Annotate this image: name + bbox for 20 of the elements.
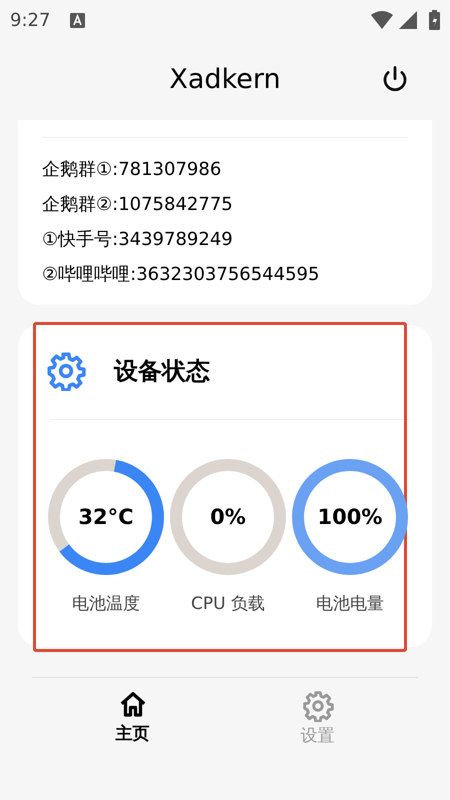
gauge-label: 电池温度 [72,593,140,616]
wifi-icon [371,11,393,29]
settings-icon [302,690,334,722]
status-time: 9:27 [10,8,50,32]
gauge-value: 32°C [78,504,134,530]
contact-line: 企鹅群②:1075842775 [42,193,234,217]
battery-icon [429,10,440,30]
contact-line: 企鹅群①:781307986 [42,158,222,182]
nav-tab[interactable]: 主页 [92,690,172,750]
gauge-label: 电池电量 [316,593,384,616]
gauge-value: 0% [210,504,246,530]
keyboard-icon [70,12,86,28]
card-title: 设备状态 [114,356,210,387]
contact-line: ②哔哩哔哩:3632303756544595 [42,263,320,287]
contact-line: ①快手号:3439789249 [42,228,234,252]
gauge-value: 100% [318,504,382,530]
gear-icon [46,351,86,391]
signal-icon [399,11,417,29]
gauge-label: CPU 负载 [191,593,265,616]
app-title: Xadkern [169,62,281,97]
